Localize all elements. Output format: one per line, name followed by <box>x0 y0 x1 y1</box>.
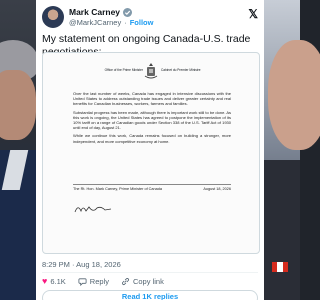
copy-link-label: Copy link <box>132 276 164 286</box>
author-name-row: Mark Carney <box>69 7 133 17</box>
signer-name: The Rt. Hon. Mark Carney, Prime Minister… <box>73 187 162 191</box>
letter-paragraph: Over the last number of weeks, Canada ha… <box>73 91 231 107</box>
reply-label: Reply <box>89 276 109 286</box>
handwritten-signature <box>74 206 112 213</box>
x-logo-icon[interactable]: 𝕏 <box>248 7 258 21</box>
tweet-timestamp[interactable]: 8:29 PM · Aug 18, 2026 <box>42 260 121 269</box>
link-icon <box>122 277 129 285</box>
like-count: 6.1K <box>50 276 66 286</box>
crest-icon <box>144 63 158 79</box>
background-photo-left <box>0 0 40 300</box>
like-button[interactable]: ♥ 6.1K <box>42 276 66 286</box>
photo-face <box>268 40 320 150</box>
follow-button[interactable]: Follow <box>130 18 154 27</box>
signature-line: The Rt. Hon. Mark Carney, Prime Minister… <box>73 187 231 191</box>
statement-image[interactable]: Office of the Prime Minister Cabinet du … <box>42 52 260 254</box>
reply-icon <box>78 277 87 286</box>
letter-paragraph: Substantial progress has been made, alth… <box>73 109 231 131</box>
author-handle-row: @MarkJCarney · Follow <box>69 18 153 27</box>
author-handle[interactable]: @MarkJCarney <box>69 18 121 27</box>
office-title-fr: Cabinet du Premier Ministre <box>161 68 201 72</box>
background-photo-right <box>260 0 320 300</box>
verified-badge-icon <box>123 7 133 17</box>
photo-suit <box>260 160 300 300</box>
letter-date: August 18, 2026 <box>203 187 231 191</box>
divider <box>42 272 258 273</box>
action-bar: ♥ 6.1K Reply Copy link <box>42 276 164 286</box>
tweet-card: Mark Carney @MarkJCarney · Follow 𝕏 My s… <box>36 0 264 300</box>
photo-face <box>0 70 36 140</box>
reply-button[interactable]: Reply <box>78 277 109 286</box>
timestamp-text: 8:29 PM · Aug 18, 2026 <box>42 260 121 269</box>
separator-dot: · <box>124 18 127 27</box>
tweet-header: Mark Carney @MarkJCarney · Follow 𝕏 <box>42 6 258 30</box>
avatar[interactable] <box>42 6 64 28</box>
letter-body: Over the last number of weeks, Canada ha… <box>73 91 231 147</box>
office-title-en: Office of the Prime Minister <box>104 68 143 72</box>
read-replies-button[interactable]: Read 1K replies <box>42 290 258 300</box>
copy-link-button[interactable]: Copy link <box>121 277 164 286</box>
letter-paragraph: While we continue this work, Canada rema… <box>73 133 231 144</box>
heart-icon: ♥ <box>42 276 48 286</box>
signature-rule <box>73 184 231 185</box>
author-name[interactable]: Mark Carney <box>69 7 120 17</box>
canada-flag-pin <box>272 262 288 272</box>
